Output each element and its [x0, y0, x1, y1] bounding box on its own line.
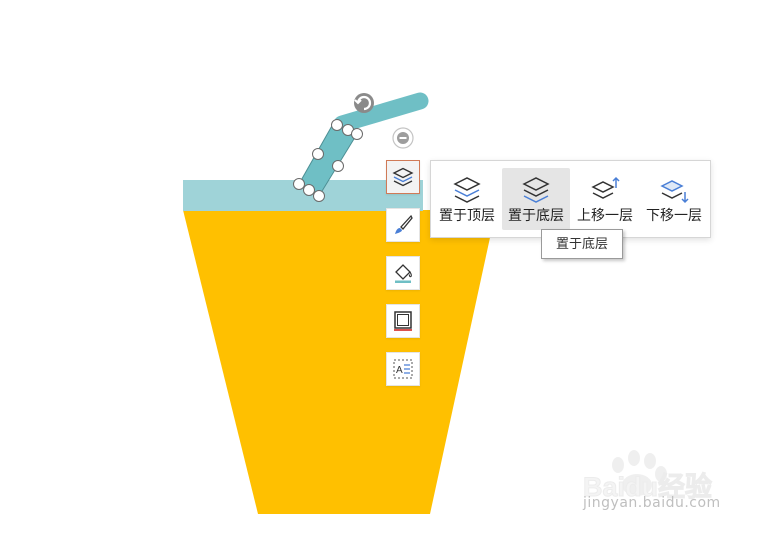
bring-to-front-icon [453, 177, 481, 203]
fill-button[interactable] [386, 256, 420, 290]
bring-to-front-item[interactable]: 置于顶层 [433, 168, 501, 230]
text-wrap-button[interactable]: A [386, 352, 420, 386]
rotate-handle[interactable] [354, 93, 374, 113]
outline-button[interactable] [386, 304, 420, 338]
send-backward-label: 下移一层 [646, 207, 702, 223]
svg-text:A: A [396, 365, 403, 376]
bring-to-front-label: 置于顶层 [439, 207, 495, 223]
send-backward-icon [660, 180, 689, 204]
drawing-canvas[interactable]: Baidu经验 [0, 0, 757, 537]
layers-button[interactable] [386, 160, 420, 194]
resize-handle [303, 184, 315, 196]
cup-body-shape[interactable] [183, 210, 496, 514]
fill-bucket-icon [395, 264, 412, 283]
layers-icon [392, 167, 414, 187]
brush-icon [395, 214, 413, 234]
brush-button[interactable] [386, 208, 420, 242]
text-wrap-icon: A [393, 359, 413, 379]
resize-handle [331, 119, 343, 131]
resize-handle [332, 160, 344, 172]
watermark-url: jingyan.baidu.com [583, 495, 721, 511]
bring-forward-icon [591, 176, 620, 199]
resize-handle [351, 128, 363, 140]
resize-handle [293, 178, 305, 190]
send-backward-item[interactable]: 下移一层 [640, 168, 708, 230]
send-to-back-item[interactable]: 置于底层 [502, 168, 570, 230]
bring-forward-label: 上移一层 [577, 207, 633, 223]
layer-order-menu: 置于顶层 置于底层 上移一层 下移一层 [430, 160, 711, 238]
outline-icon [394, 311, 412, 331]
bring-forward-item[interactable]: 上移一层 [571, 168, 639, 230]
minus-circle-icon [392, 127, 414, 149]
resize-handle [313, 190, 325, 202]
tooltip: 置于底层 [541, 229, 623, 259]
straw-top-shape[interactable] [333, 92, 429, 133]
resize-handle [312, 148, 324, 160]
collapse-toolbar-button[interactable] [392, 127, 414, 149]
send-to-back-label: 置于底层 [508, 207, 564, 223]
send-to-back-icon [522, 177, 550, 203]
